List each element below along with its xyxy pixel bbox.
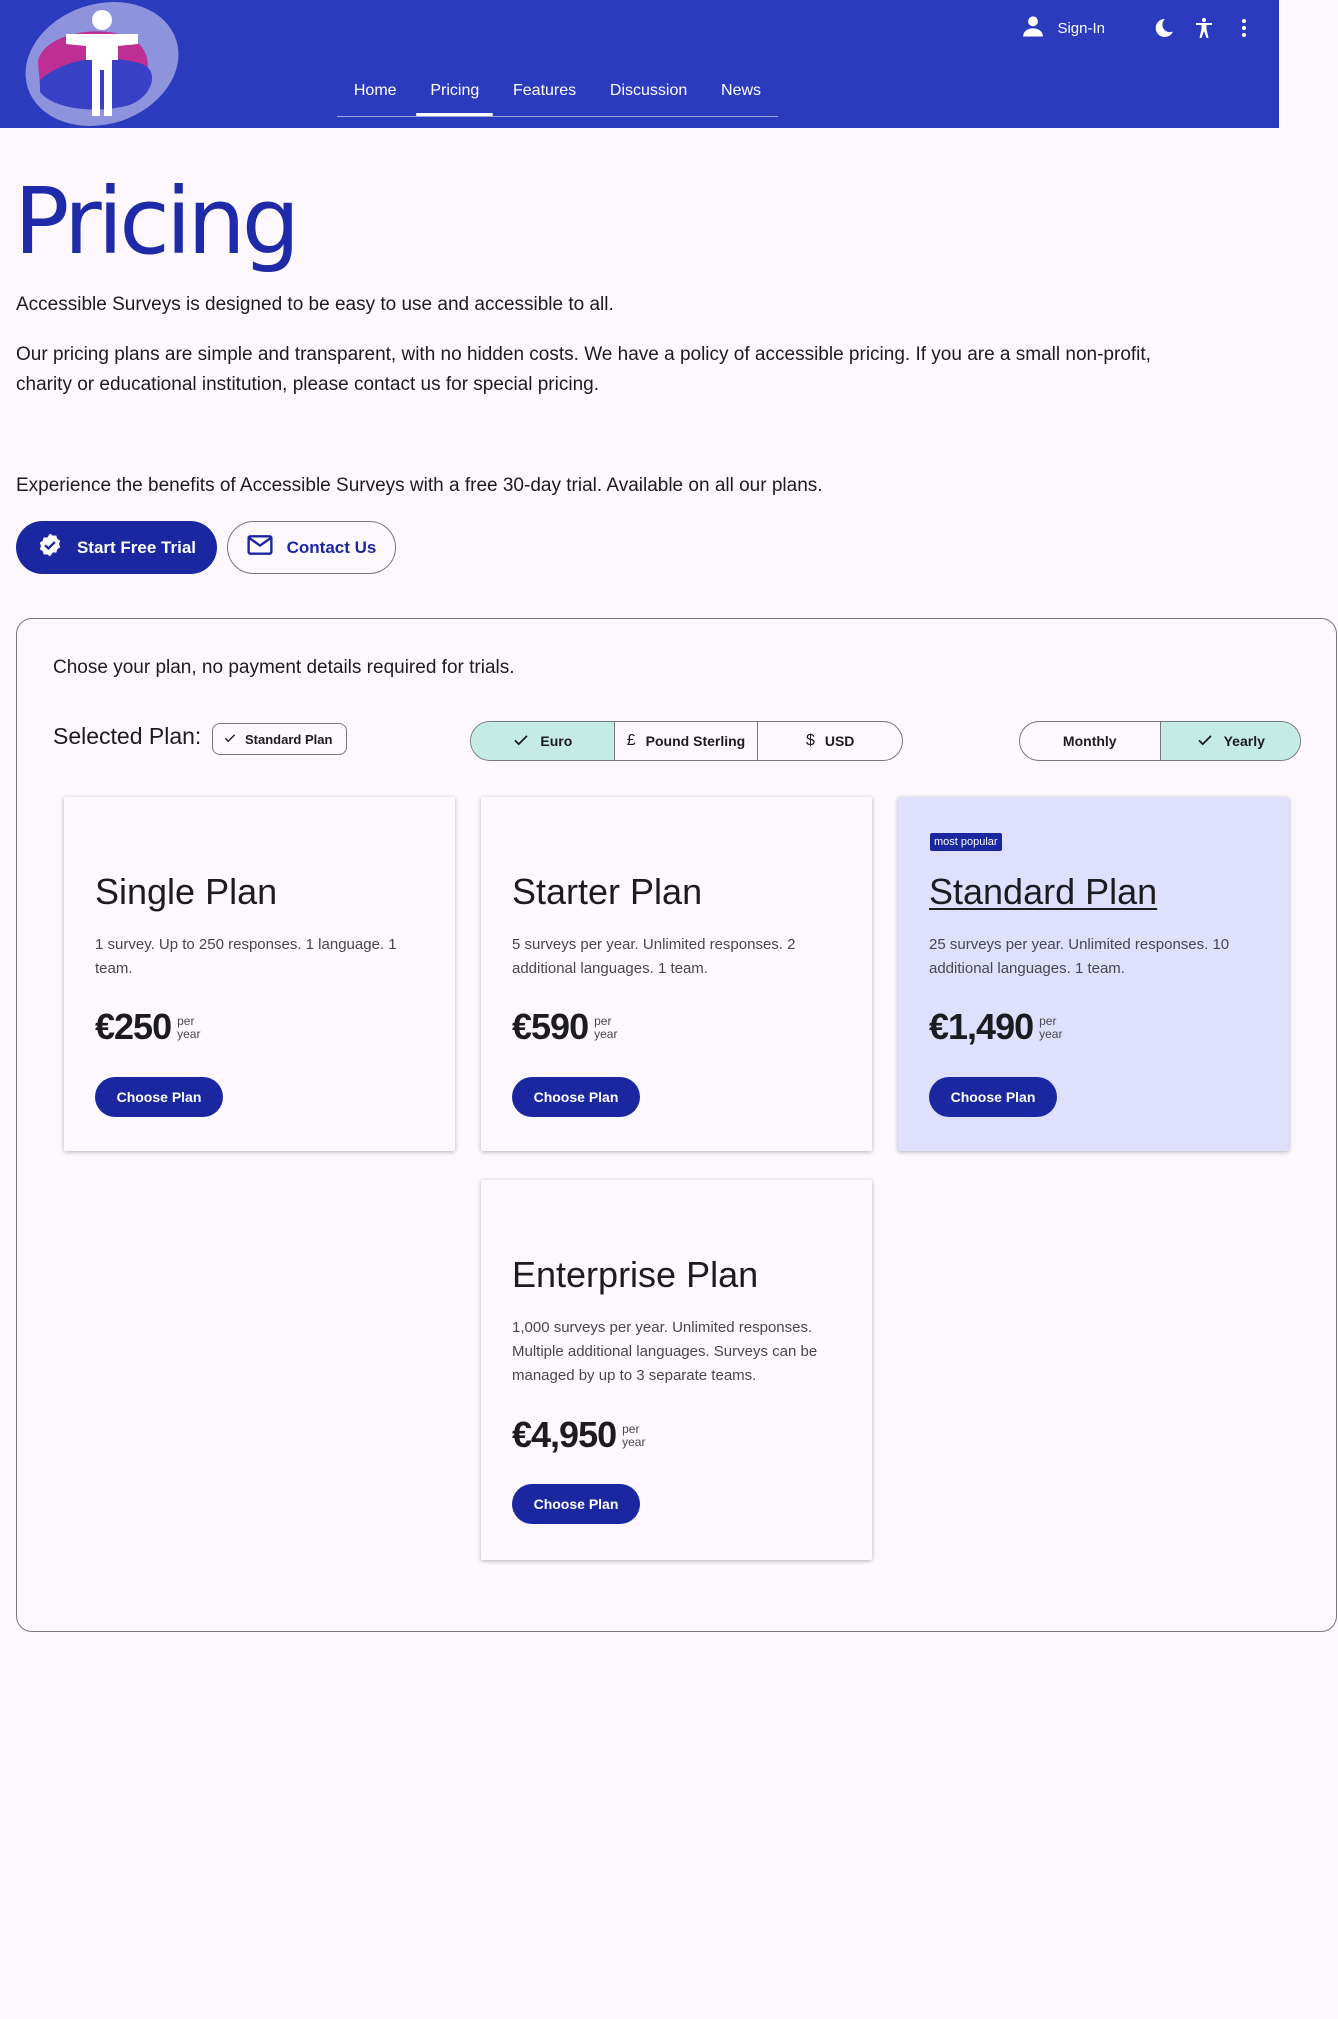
dark-mode-icon[interactable] <box>1149 13 1179 43</box>
pound-icon: £ <box>626 732 636 749</box>
check-icon <box>1196 731 1214 752</box>
nav-home[interactable]: Home <box>340 74 411 108</box>
sign-in-button[interactable]: Sign-In <box>1019 12 1105 44</box>
plan-price: €250 per year <box>95 1007 200 1047</box>
plan-price: €590 per year <box>512 1007 617 1047</box>
period-monthly[interactable]: Monthly <box>1020 722 1160 760</box>
nav-news[interactable]: News <box>707 74 775 108</box>
plan-price-period: per year <box>1039 1014 1063 1041</box>
app-header: Sign-In Home Pricing Features Discussion… <box>0 0 1279 128</box>
check-icon <box>223 731 237 748</box>
dollar-icon: $ <box>805 732 815 749</box>
period-monthly-label: Monthly <box>1062 733 1117 749</box>
plan-intro-text: Chose your plan, no payment details requ… <box>53 657 515 678</box>
plan-description: 1,000 surveys per year. Unlimited respon… <box>512 1319 818 1384</box>
contact-us-button[interactable]: Contact Us <box>227 521 396 574</box>
start-free-trial-label: Start Free Trial <box>76 537 197 557</box>
choose-plan-button[interactable]: Choose Plan <box>95 1077 223 1117</box>
header-actions: Sign-In <box>1019 12 1259 44</box>
currency-usd[interactable]: $ USD <box>757 722 902 760</box>
plan-description: 25 surveys per year. Unlimited responses… <box>929 936 1230 977</box>
plan-card-enterprise: Enterprise Plan 1,000 surveys per year. … <box>481 1180 872 1560</box>
accessibility-logo-icon[interactable] <box>22 0 182 127</box>
check-icon <box>512 731 530 752</box>
verified-badge-icon <box>37 532 63 563</box>
billing-period-selector: Monthly Yearly <box>1019 721 1301 761</box>
start-free-trial-button[interactable]: Start Free Trial <box>16 521 217 574</box>
plan-price-value: €590 <box>512 1006 589 1047</box>
plan-name: Enterprise Plan <box>512 1254 759 1295</box>
choose-plan-button[interactable]: Choose Plan <box>512 1077 640 1117</box>
plan-price: €1,490 per year <box>929 1007 1062 1047</box>
intro-paragraph: Accessible Surveys is designed to be eas… <box>16 294 614 315</box>
selected-plan-value: Standard Plan <box>245 731 333 747</box>
pricing-policy-line-2: charity or educational institution, plea… <box>16 374 599 395</box>
plan-card-starter: Starter Plan 5 surveys per year. Unlimit… <box>481 797 872 1151</box>
currency-euro[interactable]: Euro <box>471 722 614 760</box>
currency-pound-label: Pound Sterling <box>645 733 746 749</box>
plan-description: 5 surveys per year. Unlimited responses.… <box>512 936 796 977</box>
most-popular-badge: most popular <box>930 833 1002 851</box>
plan-price-value: €4,950 <box>512 1414 617 1455</box>
currency-selector: Euro £ Pound Sterling $ USD <box>470 721 903 761</box>
plan-description: 1 survey. Up to 250 responses. 1 languag… <box>95 936 397 977</box>
plan-price-period: per year <box>622 1422 646 1449</box>
plan-price-period: per year <box>594 1014 618 1041</box>
plan-name: Single Plan <box>95 871 278 912</box>
choose-plan-button[interactable]: Choose Plan <box>929 1077 1057 1117</box>
plan-price-period: per year <box>177 1014 201 1041</box>
plan-name: Starter Plan <box>512 871 703 912</box>
contact-us-label: Contact Us <box>286 537 377 557</box>
plan-card-single: Single Plan 1 survey. Up to 250 response… <box>64 797 455 1151</box>
mail-icon <box>247 534 273 561</box>
currency-euro-label: Euro <box>540 733 573 749</box>
sign-in-label: Sign-In <box>1057 19 1105 37</box>
plan-price-value: €1,490 <box>929 1006 1034 1047</box>
plan-card-standard: most popular Standard Plan 25 surveys pe… <box>898 797 1289 1151</box>
plan-name: Standard Plan <box>929 871 1158 912</box>
plan-price: €4,950 per year <box>512 1415 645 1455</box>
accessibility-icon[interactable] <box>1189 13 1219 43</box>
period-yearly-label: Yearly <box>1223 733 1265 749</box>
nav-features[interactable]: Features <box>499 74 590 108</box>
nav-pricing[interactable]: Pricing <box>416 74 494 116</box>
main-nav: Home Pricing Features Discussion News <box>337 74 778 117</box>
currency-usd-label: USD <box>824 733 855 749</box>
person-icon <box>1019 12 1047 44</box>
currency-pound[interactable]: £ Pound Sterling <box>613 722 758 760</box>
selected-plan-label: Selected Plan: <box>53 723 202 749</box>
selected-plan-chip[interactable]: Standard Plan <box>212 723 348 755</box>
nav-discussion[interactable]: Discussion <box>596 74 701 108</box>
more-vertical-icon[interactable] <box>1229 13 1259 43</box>
period-yearly[interactable]: Yearly <box>1159 722 1300 760</box>
pricing-policy-line-1: Our pricing plans are simple and transpa… <box>16 344 1151 365</box>
page-title: Pricing <box>14 168 300 275</box>
plan-selector-panel: Chose your plan, no payment details requ… <box>16 618 1337 1632</box>
plan-price-value: €250 <box>95 1006 172 1047</box>
trial-paragraph: Experience the benefits of Accessible Su… <box>16 475 823 496</box>
choose-plan-button[interactable]: Choose Plan <box>512 1484 640 1524</box>
